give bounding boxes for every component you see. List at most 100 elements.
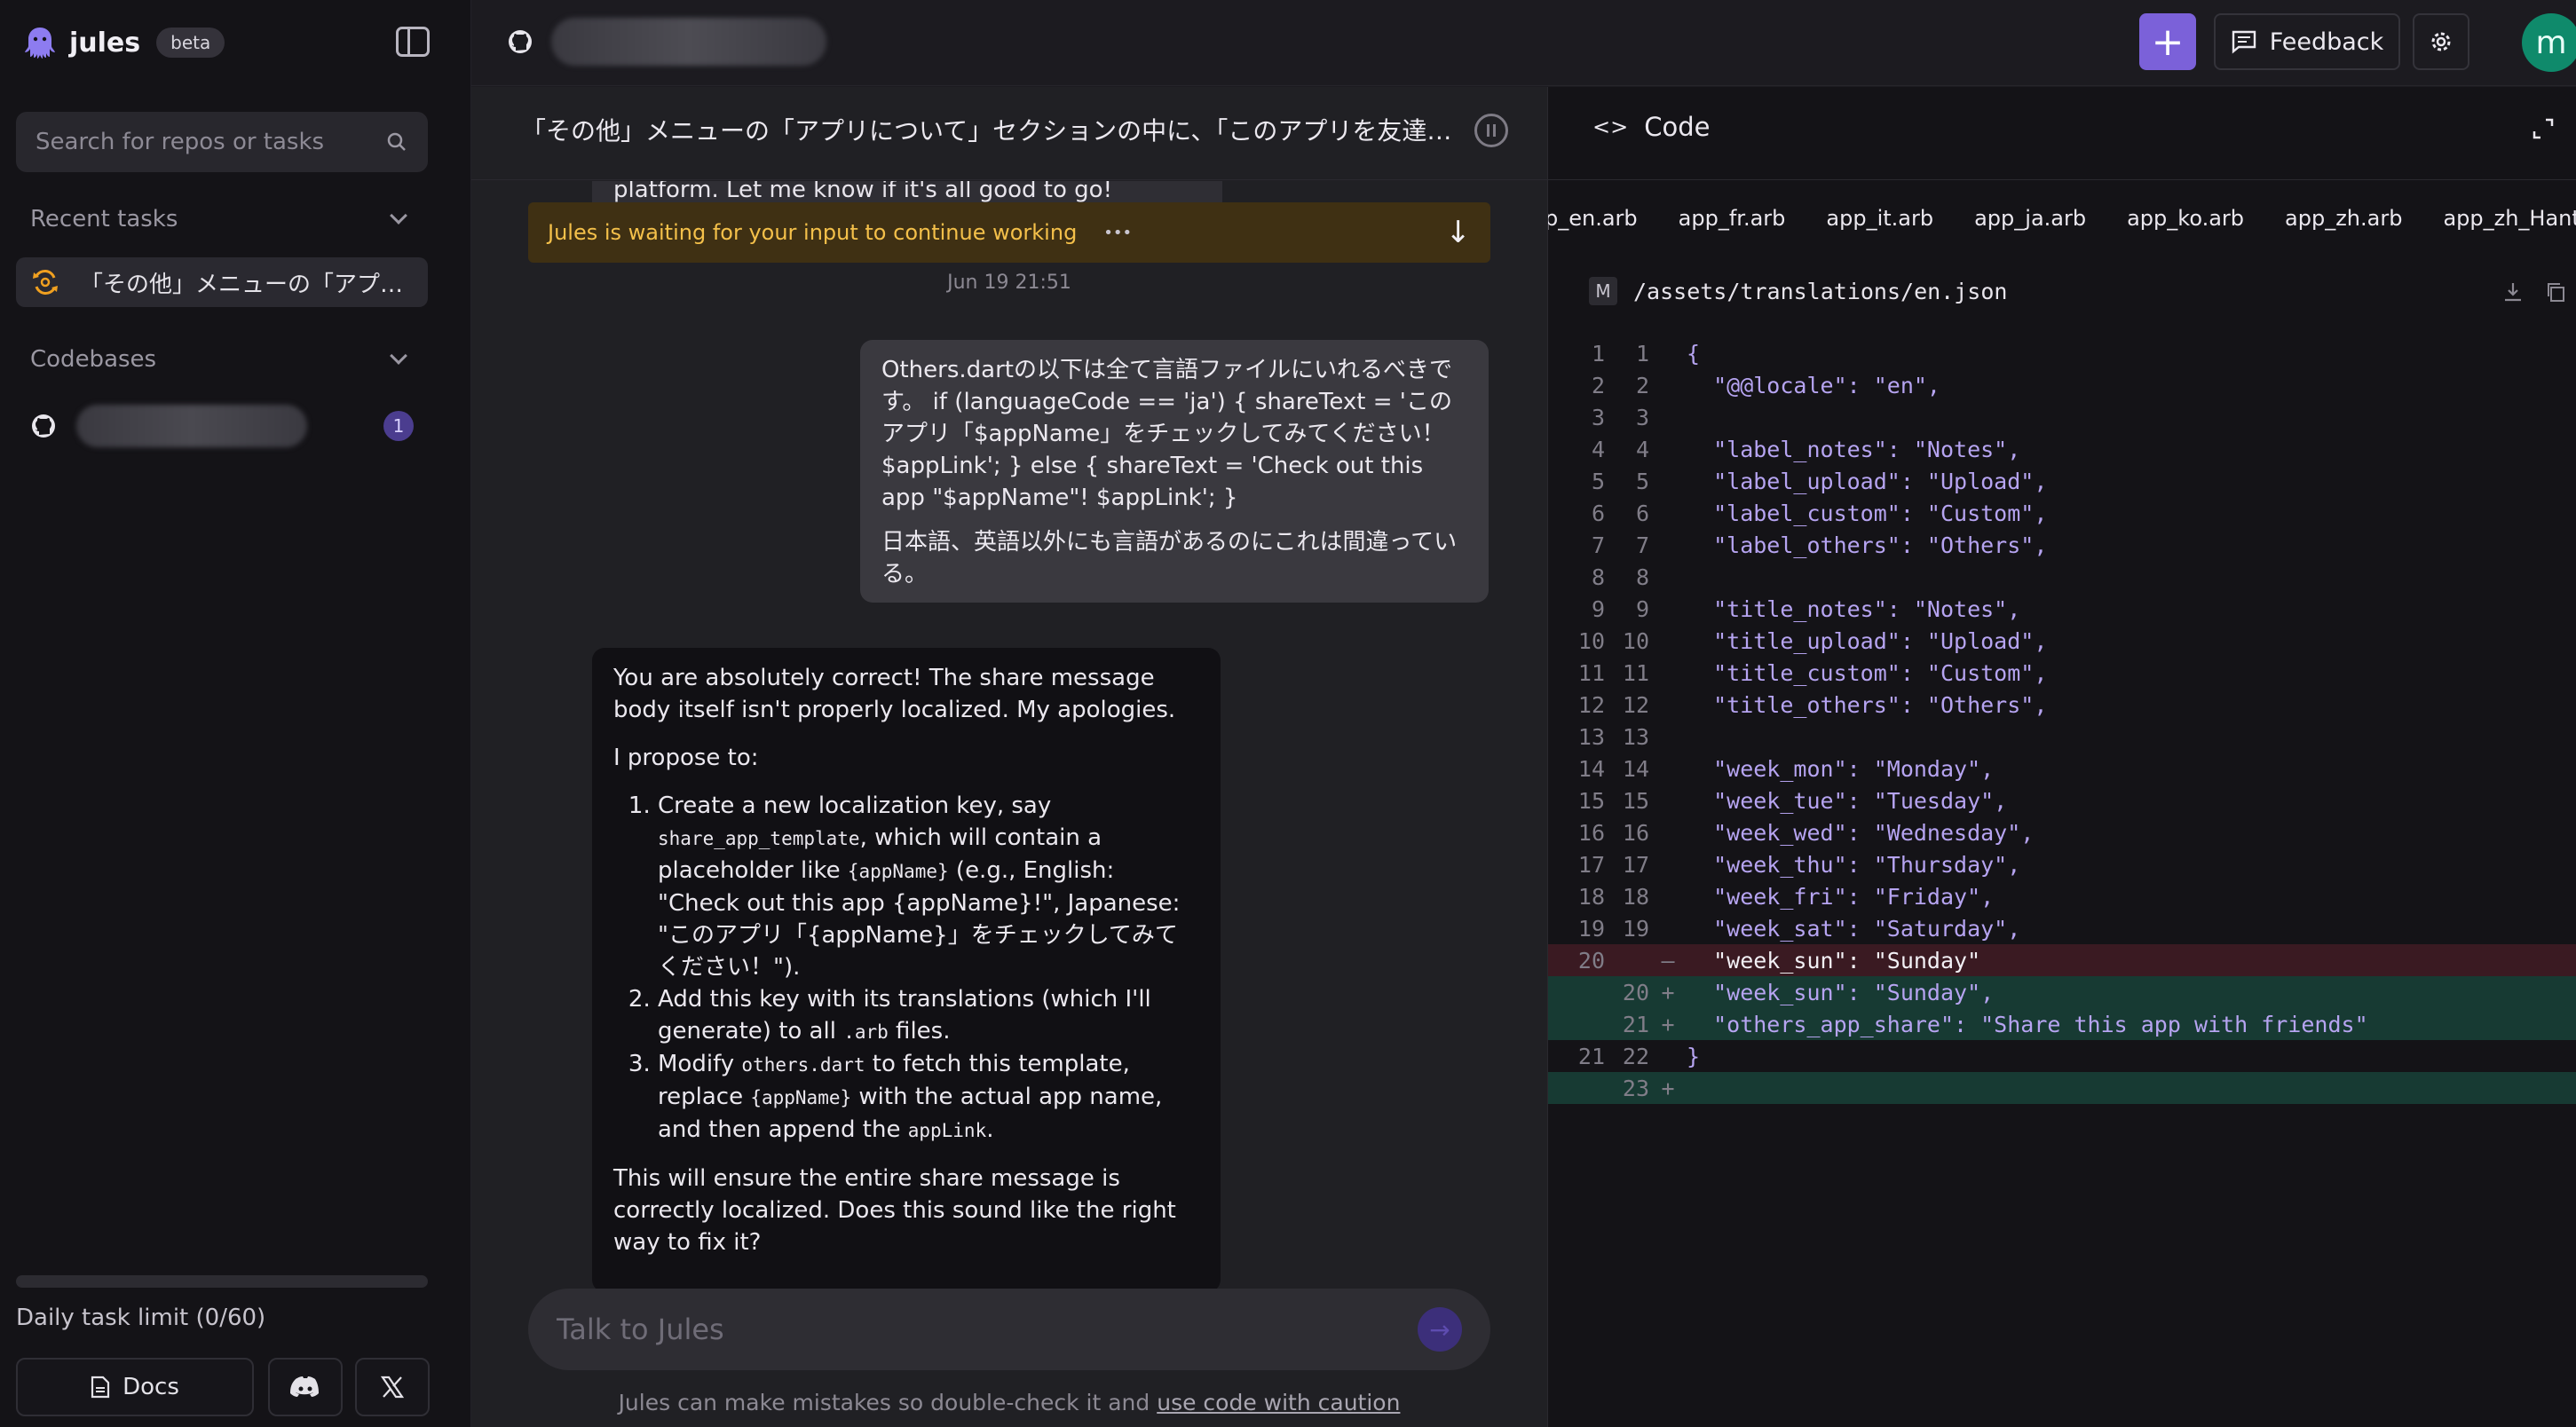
daily-limit-text: Daily task limit (0/60)	[16, 1305, 266, 1331]
assistant-message: You are absolutely correct! The share me…	[592, 648, 1221, 1292]
code-text: "week_thu": "Thursday",	[1687, 851, 2021, 878]
settings-button[interactable]	[2413, 13, 2469, 70]
new-line-number: 9	[1635, 595, 1649, 622]
old-line-number: 18	[1577, 883, 1605, 910]
more-dots-icon[interactable]: •••	[1103, 224, 1132, 242]
code-text: }	[1687, 1043, 1701, 1069]
arrow-right-icon: →	[1429, 1314, 1450, 1344]
brand[interactable]: jules beta	[21, 21, 225, 64]
sidebar-toggle-icon[interactable]	[396, 27, 430, 57]
chat-panel: 「その他」メニューの「アプリについて」セクションの中に、「このアプリを友達… p…	[471, 87, 1547, 1427]
diff-line: 12 12 "title_others": "Others",	[1548, 689, 2576, 721]
chat-input-box[interactable]: →	[528, 1289, 1490, 1370]
discord-button[interactable]	[268, 1358, 343, 1416]
codebase-item[interactable]: 1	[30, 403, 414, 449]
code-text: "title_custom": "Custom",	[1687, 659, 2048, 686]
new-line-number: 21	[1622, 1011, 1649, 1037]
docs-button[interactable]: Docs	[16, 1358, 254, 1416]
brand-name: jules	[69, 27, 141, 59]
code-text: "title_upload": "Upload",	[1687, 627, 2048, 654]
list-item: Add this key with its translations (whic…	[658, 983, 1199, 1048]
file-tab[interactable]: app_it.arb	[1826, 206, 1933, 231]
pause-icon[interactable]	[1474, 114, 1508, 147]
user-avatar[interactable]: m	[2522, 13, 2576, 72]
old-line-number: 5	[1591, 468, 1605, 494]
code-text: "label_notes": "Notes",	[1687, 436, 2021, 462]
old-line-number: 19	[1577, 915, 1605, 942]
file-path: /assets/translations/en.json	[1633, 278, 2008, 304]
chevron-down-icon	[390, 347, 407, 365]
new-line-number: 11	[1622, 659, 1649, 686]
old-line-number: 2	[1591, 372, 1605, 398]
x-button[interactable]	[355, 1358, 430, 1416]
assistant-text: This will ensure the entire share messag…	[613, 1165, 1176, 1256]
code-text: "title_notes": "Notes",	[1687, 595, 2021, 622]
diff-line: 5 5 "label_upload": "Upload",	[1548, 465, 2576, 497]
send-button[interactable]: →	[1418, 1307, 1462, 1352]
previous-message-fragment: platform. Let me know if it's all good t…	[592, 181, 1222, 202]
chat-input[interactable]	[557, 1313, 1418, 1346]
diff-line: 6 6 "label_custom": "Custom",	[1548, 497, 2576, 529]
github-icon	[32, 414, 55, 438]
modified-badge: M	[1589, 277, 1617, 305]
code-text: "label_upload": "Upload",	[1687, 468, 2048, 494]
diff-view: 1 1{2 2 "@@locale": "en", 3 3 4 4 "label_notes…	[1548, 337, 2576, 1104]
new-line-number: 12	[1622, 691, 1649, 718]
task-title: 「その他」メニューの「アプ…	[80, 271, 404, 298]
search-input[interactable]	[36, 129, 385, 155]
caution-link[interactable]: use code with caution	[1157, 1390, 1400, 1415]
file-tab[interactable]: p_en.arb	[1548, 206, 1638, 231]
new-line-number: 19	[1622, 915, 1649, 942]
copy-icon[interactable]	[2544, 280, 2567, 304]
codebase-count-badge: 1	[383, 411, 414, 441]
code-brackets-icon: <>	[1592, 114, 1629, 139]
divider	[1548, 179, 2576, 180]
new-line-number: 6	[1635, 500, 1649, 526]
file-tab[interactable]: app_ja.arb	[1974, 206, 2086, 231]
old-line-number: 9	[1591, 595, 1605, 622]
old-line-number: 4	[1591, 436, 1605, 462]
proposal-list: Create a new localization key, say share…	[658, 790, 1199, 1147]
github-icon	[509, 30, 532, 53]
file-header: M /assets/translations/en.json	[1589, 277, 2007, 305]
code-text: "week_wed": "Wednesday",	[1687, 819, 2035, 846]
waiting-banner: Jules is waiting for your input to conti…	[528, 202, 1490, 263]
diff-line: 2 2 "@@locale": "en",	[1548, 369, 2576, 401]
code-header: <> Code	[1592, 112, 1710, 142]
file-tab[interactable]: app_zh_Hant.arb	[2443, 206, 2576, 231]
expand-icon[interactable]	[2532, 117, 2555, 140]
feedback-button[interactable]: Feedback	[2214, 13, 2400, 70]
codebase-name-redacted	[76, 405, 307, 447]
task-item[interactable]: 「その他」メニューの「アプ…	[16, 257, 428, 307]
message-timestamp: Jun 19 21:51	[947, 272, 1071, 294]
disclaimer: Jules can make mistakes so double-check …	[618, 1390, 1401, 1415]
diff-line: 15 15 "week_tue": "Tuesday",	[1548, 784, 2576, 816]
scroll-down-arrow-icon[interactable]: ↓	[1446, 215, 1472, 250]
diff-line: 19 19 "week_sat": "Saturday",	[1548, 912, 2576, 944]
file-tab[interactable]: app_ko.arb	[2127, 206, 2244, 231]
new-task-button[interactable]: +	[2139, 13, 2196, 70]
assistant-text: I propose to:	[613, 745, 759, 771]
repo-selector-redacted[interactable]	[551, 18, 826, 66]
codebases-header[interactable]: Codebases	[30, 346, 414, 373]
file-tab[interactable]: app_fr.arb	[1679, 206, 1786, 231]
recent-tasks-header[interactable]: Recent tasks	[30, 206, 414, 233]
old-line-number: 15	[1577, 787, 1605, 814]
old-line-number: 1	[1591, 340, 1605, 367]
diff-line: 7 7 "label_others": "Others",	[1548, 529, 2576, 561]
diff-marker: +	[1661, 1075, 1675, 1101]
diff-line: 13 13	[1548, 721, 2576, 753]
download-icon[interactable]	[2501, 280, 2525, 304]
code-text: "week_sun": "Sunday"	[1687, 947, 1981, 974]
octopus-logo-icon	[25, 28, 55, 59]
old-line-number: 13	[1577, 723, 1605, 750]
diff-marker: +	[1661, 1011, 1675, 1037]
new-line-number: 17	[1622, 851, 1649, 878]
search-box[interactable]	[16, 112, 428, 172]
new-line-number: 8	[1635, 564, 1649, 590]
diff-line-added: 23 +	[1548, 1072, 2576, 1104]
code-title: Code	[1644, 112, 1711, 142]
old-line-number: 10	[1577, 627, 1605, 654]
diff-line-added: 20 + "week_sun": "Sunday",	[1548, 976, 2576, 1008]
file-tab[interactable]: app_zh.arb	[2285, 206, 2402, 231]
